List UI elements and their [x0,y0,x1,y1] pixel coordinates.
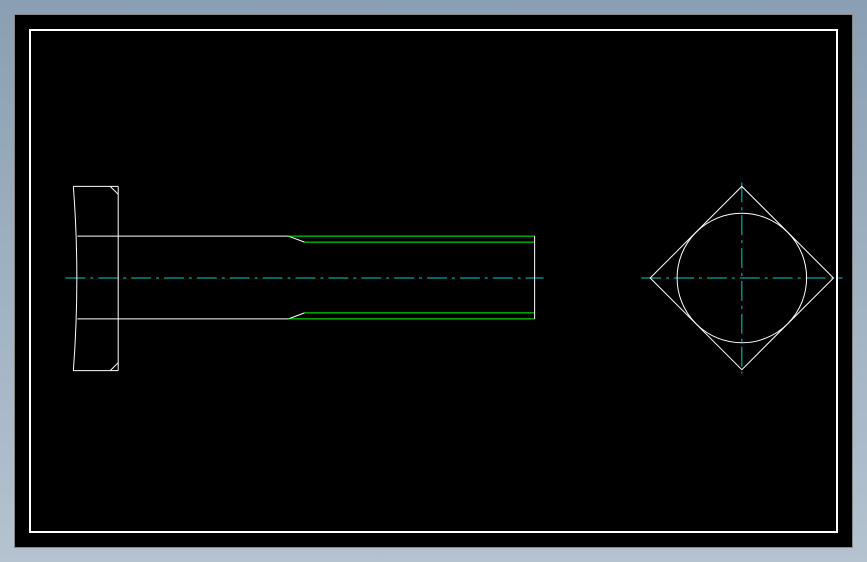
cad-viewport[interactable] [14,14,853,548]
bolt-shank [118,236,288,319]
thread-chamfer-top [289,236,305,242]
thread-chamfer-bottom [289,313,305,319]
bolt-side-view [65,186,543,370]
head-chamfer-bottom [110,363,118,371]
head-chamfer-top [110,186,118,194]
cad-drawing-canvas[interactable] [15,15,852,547]
bolt-end-view [641,182,842,373]
bolt-thread [289,236,535,319]
